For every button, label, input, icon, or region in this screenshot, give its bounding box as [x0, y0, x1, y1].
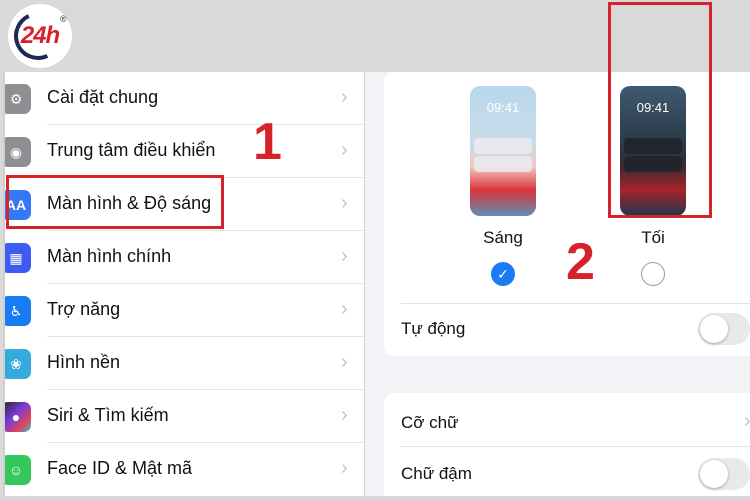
chevron-right-icon: ›	[341, 192, 348, 214]
bold-text-label: Chữ đậm	[401, 464, 472, 483]
bold-text-toggle[interactable]	[698, 458, 750, 490]
gear-icon: ⚙	[5, 84, 31, 114]
settings-item-home-screen[interactable]: ▦ Màn hình chính ›	[5, 231, 365, 284]
settings-item-label: Trung tâm điều khiển	[47, 140, 216, 160]
settings-item-label: Màn hình chính	[47, 246, 172, 266]
preview-time: 09:41	[486, 100, 520, 115]
settings-item-label: Cài đặt chung	[47, 87, 159, 107]
flower-icon: ❀	[5, 349, 31, 379]
settings-item-face-id-passcode[interactable]: ☺ Face ID & Mật mã ›	[5, 443, 365, 496]
chevron-right-icon: ›	[341, 404, 348, 426]
siri-icon: ●	[5, 402, 31, 432]
settings-item-siri-search[interactable]: ● Siri & Tìm kiếm ›	[5, 390, 365, 443]
accessibility-icon: ♿	[5, 296, 31, 326]
settings-item-control-center[interactable]: ◉ Trung tâm điều khiển ›	[5, 125, 365, 178]
step-1-number: 1	[253, 113, 282, 171]
dark-mode-radio[interactable]	[641, 262, 665, 286]
light-mode-label: Sáng	[483, 228, 523, 247]
chevron-right-icon: ›	[341, 139, 348, 161]
chevron-right-icon: ›	[341, 457, 348, 479]
preview-notification	[474, 138, 532, 154]
settings-item-wallpaper[interactable]: ❀ Hình nền ›	[5, 337, 365, 390]
settings-item-label: Hình nền	[47, 352, 121, 372]
text-size-row[interactable]: Cỡ chữ	[401, 413, 458, 433]
settings-item-label: Trợ năng	[47, 299, 121, 319]
step-2-number: 2	[566, 233, 595, 291]
bottom-band	[0, 496, 750, 500]
automatic-label: Tự động	[401, 319, 466, 338]
site-logo: 24h ®	[7, 4, 72, 68]
divider	[401, 303, 750, 304]
chevron-right-icon: ›	[341, 86, 348, 108]
app-grid-icon: ▦	[5, 243, 31, 273]
settings-item-label: Face ID & Mật mã	[47, 458, 193, 478]
light-mode-preview[interactable]: 09:41	[470, 86, 536, 216]
settings-item-label: Siri & Tìm kiếm	[47, 405, 169, 425]
text-settings-card: Cỡ chữ › Chữ đậm	[384, 393, 750, 497]
light-mode-checkmark-icon[interactable]: ✓	[491, 262, 515, 286]
toggle-knob	[700, 460, 728, 488]
toggles-icon: ◉	[5, 137, 31, 167]
preview-notification	[474, 156, 532, 172]
automatic-toggle[interactable]	[698, 313, 750, 345]
step-2-highlight-box	[608, 2, 712, 218]
chevron-right-icon: ›	[341, 351, 348, 373]
step-1-highlight-box	[6, 175, 224, 229]
chevron-right-icon: ›	[744, 410, 750, 433]
registered-mark: ®	[60, 14, 67, 24]
settings-sidebar: ⚙ Cài đặt chung › ◉ Trung tâm điều khiển…	[5, 72, 365, 497]
face-id-icon: ☺	[5, 455, 31, 485]
logo-text: 24h	[20, 22, 60, 49]
settings-item-general[interactable]: ⚙ Cài đặt chung ›	[5, 72, 365, 125]
dark-mode-label: Tối	[641, 228, 665, 247]
chevron-right-icon: ›	[341, 245, 348, 267]
divider	[401, 446, 750, 447]
settings-item-accessibility[interactable]: ♿ Trợ năng ›	[5, 284, 365, 337]
toggle-knob	[700, 315, 728, 343]
chevron-right-icon: ›	[341, 298, 348, 320]
